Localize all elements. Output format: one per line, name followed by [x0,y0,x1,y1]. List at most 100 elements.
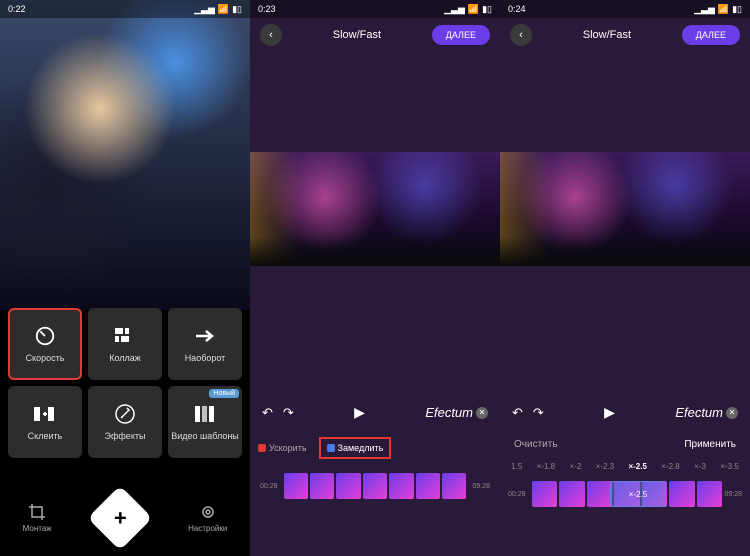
bottom-nav: Монтаж + Настройки [0,480,250,556]
speed-tick[interactable]: ×-2.8 [661,462,679,471]
timeline-thumb [310,473,334,499]
play-button[interactable]: ▶ [604,404,615,421]
next-button[interactable]: ДАЛЕЕ [432,25,490,45]
gear-icon [199,503,217,521]
tile-effects[interactable]: Эффекты [88,386,162,458]
timeline-thumb [697,481,723,507]
apply-button[interactable]: Применить [684,439,736,450]
time-start: 00:28 [260,483,278,490]
tile-collage[interactable]: Коллаж [88,308,162,380]
timeline[interactable]: 00:28 09:28 [250,467,500,505]
status-bar: 0:23 ▁▃▅📶▮▯ [250,0,500,18]
screen-title: Slow/Fast [583,29,631,41]
tile-label: Коллаж [109,353,141,363]
clear-button[interactable]: Очистить [514,439,558,450]
tile-speed[interactable]: Скорость [8,308,82,380]
speed-tick[interactable]: 1.5 [511,462,522,471]
speed-screen-applied: 0:24 ▁▃▅📶▮▯ ‹ Slow/Fast ДАЛЕЕ ↶ ↷ ▶ Efec… [500,0,750,556]
back-button[interactable]: ‹ [260,24,282,46]
signal-icon: ▁▃▅ [694,4,715,15]
next-button[interactable]: ДАЛЕЕ [682,25,740,45]
feature-tiles: Скорость Коллаж Наоборот Склеить Эффекты [0,308,250,458]
nav-label: Монтаж [23,524,52,533]
speed-tick[interactable]: ×-1.8 [537,462,555,471]
tile-label: Скорость [26,353,65,363]
video-preview[interactable] [500,152,750,266]
play-button[interactable]: ▶ [354,404,365,421]
speedup-button[interactable]: Ускорить [258,443,307,453]
status-time: 0:23 [258,4,276,14]
speed-screen-initial: 0:23 ▁▃▅📶▮▯ ‹ Slow/Fast ДАЛЕЕ ↶ ↷ ▶ Efec… [250,0,500,556]
effects-icon [114,403,136,425]
timeline-thumb [284,473,308,499]
slowdown-indicator-icon [327,444,335,452]
reverse-icon [194,325,216,347]
top-bar: ‹ Slow/Fast ДАЛЕЕ [500,18,750,52]
status-icons: ▁▃▅📶▮▯ [694,4,742,15]
timeline-thumb [587,481,613,507]
tile-label: Видео шаблоны [171,431,239,441]
templates-icon [194,403,216,425]
speed-tick[interactable]: ×-3 [694,462,706,471]
tile-label: Эффекты [105,431,146,441]
redo-button[interactable]: ↷ [283,405,294,421]
fab-add[interactable]: + [87,485,152,550]
timeline-thumb [389,473,413,499]
playback-controls: ↶ ↷ ▶ Efectum ✕ [250,396,500,429]
timeline-thumb [363,473,387,499]
undo-button[interactable]: ↶ [262,405,273,421]
brand-watermark: Efectum ✕ [675,405,738,420]
timeline-thumb [669,481,695,507]
top-bar: ‹ Slow/Fast ДАЛЕЕ [250,18,500,52]
tile-label: Наоборот [185,353,226,363]
timeline-thumb [559,481,585,507]
merge-icon [34,403,56,425]
timeline-thumb [336,473,360,499]
speed-tick[interactable]: ×-3.5 [720,462,738,471]
tile-templates[interactable]: Новый Видео шаблоны [168,386,242,458]
wifi-icon: 📶 [218,4,229,15]
timeline-thumb [442,473,466,499]
status-icons: ▁▃▅ 📶 ▮▯ [194,4,242,15]
nav-settings[interactable]: Настройки [188,503,227,533]
status-bar: 0:24 ▁▃▅📶▮▯ [500,0,750,18]
playback-controls: ↶ ↷ ▶ Efectum ✕ [500,396,750,429]
video-preview[interactable] [250,152,500,266]
time-end: 09:28 [472,483,490,490]
redo-button[interactable]: ↷ [533,405,544,421]
tile-merge[interactable]: Склеить [8,386,82,458]
chevron-left-icon: ‹ [519,29,523,41]
wifi-icon: 📶 [468,4,479,15]
battery-icon: ▮▯ [732,4,742,15]
status-bar: 0:22 ▁▃▅ 📶 ▮▯ [0,0,250,18]
slowdown-button[interactable]: Замедлить [319,437,392,459]
nav-label: Настройки [188,524,227,533]
undo-button[interactable]: ↶ [512,405,523,421]
speed-scale[interactable]: 1.5 ×-1.8 ×-2 ×-2.3 ×-2.5 ×-2.8 ×-3 ×-3.… [500,460,750,473]
collage-icon [114,325,136,347]
crop-icon [28,503,46,521]
speed-tick[interactable]: ×-2 [569,462,581,471]
screen-title: Slow/Fast [333,29,381,41]
timeline-thumb [532,481,558,507]
close-watermark[interactable]: ✕ [726,407,738,419]
main-screen: 0:22 ▁▃▅ 📶 ▮▯ Скорость Коллаж Наоборот [0,0,250,556]
plus-icon: + [113,505,126,531]
timeline-thumb [416,473,440,499]
speed-mode-row: Ускорить Замедлить [250,433,500,463]
signal-icon: ▁▃▅ [194,4,215,15]
speed-tick-active[interactable]: ×-2.5 [628,462,646,471]
back-button[interactable]: ‹ [510,24,532,46]
time-start: 00:28 [508,491,526,498]
status-icons: ▁▃▅📶▮▯ [444,4,492,15]
timeline[interactable]: 00:28 ×-2.5 09:28 [500,477,750,511]
close-watermark[interactable]: ✕ [476,407,488,419]
tile-label: Склеить [28,431,63,441]
action-row: Очистить Применить [500,433,750,456]
nav-montage[interactable]: Монтаж [23,503,52,533]
speed-icon [34,325,56,347]
tile-reverse[interactable]: Наоборот [168,308,242,380]
wifi-icon: 📶 [718,4,729,15]
speed-region[interactable]: ×-2.5 [610,481,666,507]
speed-tick[interactable]: ×-2.3 [596,462,614,471]
